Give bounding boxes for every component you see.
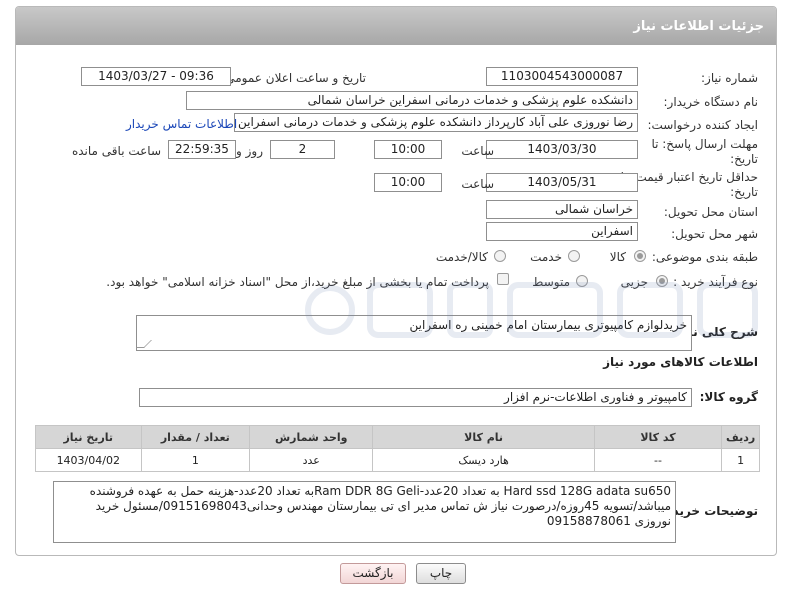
need-number-field[interactable]: 1103004543000087 — [486, 67, 638, 86]
price-validity-time-field[interactable]: 10:00 — [374, 173, 442, 192]
cell-row: 1 — [721, 448, 760, 472]
need-number-label: شماره نیاز: — [701, 71, 758, 85]
col-qty: تعداد / مقدار — [140, 425, 251, 449]
buyer-notes-textarea[interactable]: Hard ssd 128G adata su650 به تعداد 20عدد… — [53, 481, 676, 543]
price-validity-date-field[interactable]: 1403/05/31 — [486, 173, 638, 192]
panel-title: جزئیات اطلاعات نیاز — [16, 7, 776, 45]
goods-group-label: گروه کالا: — [699, 390, 758, 404]
cell-code: -- — [593, 448, 723, 472]
requester-label: ایجاد کننده درخواست: — [647, 118, 758, 132]
col-name: نام کالا — [372, 425, 595, 449]
goods-table-header: ردیف کد کالا نام کالا واحد شمارش تعداد /… — [35, 425, 760, 449]
summary-textarea[interactable]: خریدلوازم کامپیوتری بیمارستان امام خمینی… — [136, 315, 692, 351]
delivery-city-label: شهر محل تحویل: — [671, 227, 758, 241]
delivery-province-field[interactable]: خراسان شمالی — [486, 200, 638, 219]
category-radio-goods-service[interactable] — [494, 250, 506, 262]
treasury-payment-checkbox[interactable] — [497, 273, 509, 285]
goods-group-field[interactable]: کامپیوتر و فناوری اطلاعات-نرم افزار — [139, 388, 692, 407]
need-details-panel: جزئیات اطلاعات نیاز شماره نیاز: 11030045… — [15, 6, 777, 556]
buyer-org-label: نام دستگاه خریدار: — [663, 95, 759, 109]
print-button[interactable]: چاپ — [416, 563, 466, 584]
col-unit: واحد شمارش — [249, 425, 374, 449]
announce-datetime-label: تاریخ و ساعت اعلان عمومی: — [221, 71, 366, 85]
category-label: طبقه بندی موضوعی: — [651, 250, 758, 264]
category-option-goods: کالا — [609, 250, 626, 264]
buyer-contact-link[interactable]: اطلاعات تماس خریدار — [126, 117, 237, 131]
remaining-time-label: ساعت باقی مانده — [71, 144, 161, 158]
back-button[interactable]: بازگشت — [340, 563, 406, 584]
purchase-radio-minor[interactable] — [656, 275, 668, 287]
purchase-option-minor: جزیی — [620, 275, 648, 289]
purchase-radio-medium[interactable] — [576, 275, 588, 287]
remaining-time-field[interactable]: 22:59:35 — [168, 140, 236, 159]
category-radio-goods[interactable] — [634, 250, 646, 262]
delivery-city-field[interactable]: اسفراین — [486, 222, 638, 241]
col-date: تاریخ نیاز — [35, 425, 142, 449]
table-row[interactable]: 1 -- هارد دیسک عدد 1 1403/04/02 — [35, 448, 760, 472]
treasury-payment-note: پرداخت تمام یا بخشی از مبلغ خرید،از محل … — [106, 275, 489, 289]
delivery-province-label: استان محل تحویل: — [663, 205, 758, 219]
buyer-org-field[interactable]: دانشکده علوم پزشکی و خدمات درمانی اسفرای… — [186, 91, 638, 110]
goods-table: ردیف کد کالا نام کالا واحد شمارش تعداد /… — [35, 425, 760, 472]
col-row: ردیف — [721, 425, 760, 449]
goods-info-title: اطلاعات کالاهای مورد نیاز — [603, 355, 758, 369]
cell-unit: عدد — [249, 448, 374, 472]
price-validity-label-date: تاریخ: — [730, 185, 758, 199]
reply-days-label: روز و — [236, 144, 263, 158]
price-validity-time-label: ساعت — [461, 177, 494, 191]
reply-deadline-date-field[interactable]: 1403/03/30 — [486, 140, 638, 159]
cell-qty: 1 — [140, 448, 251, 472]
reply-deadline-label: مهلت ارسال پاسخ: تا — [651, 137, 758, 151]
announce-datetime-field[interactable]: 1403/03/27 - 09:36 — [81, 67, 231, 86]
reply-days-field[interactable]: 2 — [270, 140, 335, 159]
purchase-type-label: نوع فرآیند خرید : — [673, 275, 758, 289]
category-radio-service[interactable] — [568, 250, 580, 262]
reply-deadline-time-label: ساعت — [461, 144, 494, 158]
col-code: کد کالا — [593, 425, 723, 449]
category-option-service: خدمت — [530, 250, 562, 264]
cell-name: هارد دیسک — [372, 448, 595, 472]
purchase-option-medium: متوسط — [532, 275, 570, 289]
price-validity-label: حداقل تاریخ اعتبار قیمت: تا — [620, 170, 758, 184]
reply-deadline-label-date: تاریخ: — [730, 152, 758, 166]
cell-date: 1403/04/02 — [35, 448, 142, 472]
category-option-goods-service: کالا/خدمت — [435, 250, 488, 264]
requester-field[interactable]: رضا نوروزی علی آباد کارپرداز دانشکده علو… — [234, 113, 638, 132]
reply-deadline-time-field[interactable]: 10:00 — [374, 140, 442, 159]
